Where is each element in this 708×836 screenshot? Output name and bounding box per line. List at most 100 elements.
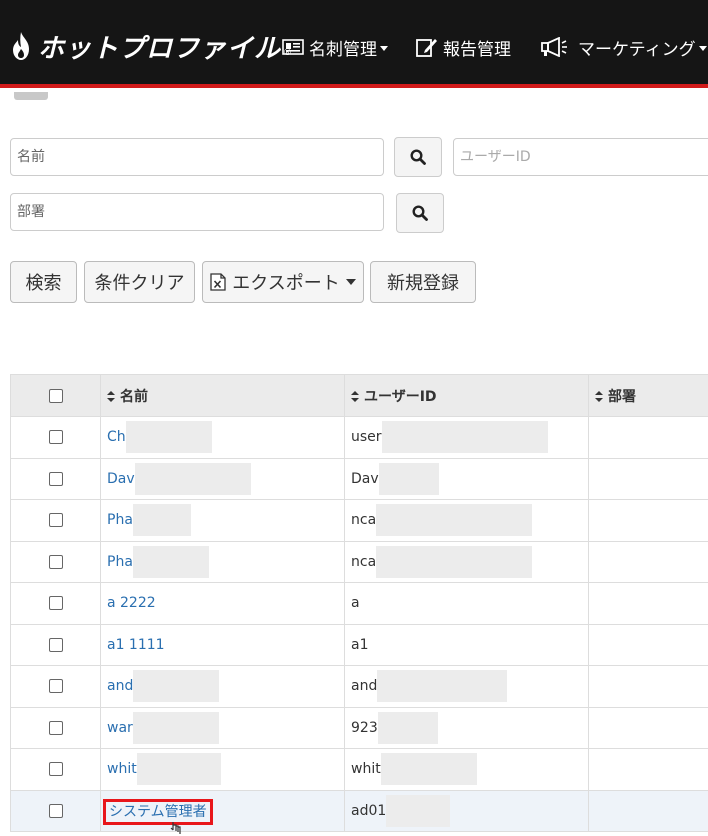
table-header-row: 名前 ユーザーID 部署 <box>10 374 708 417</box>
excel-file-icon <box>210 273 226 291</box>
redacted-block <box>377 711 438 744</box>
table-row: and and <box>10 665 708 708</box>
user-name-link[interactable]: and <box>107 678 133 694</box>
search-button[interactable]: 検索 <box>10 261 77 303</box>
user-id: a <box>351 595 360 612</box>
column-header-name-label: 名前 <box>120 388 148 405</box>
user-name-link[interactable]: Pha <box>107 554 133 570</box>
table-row: whit whit <box>10 748 708 791</box>
row-checkbox[interactable] <box>48 803 63 818</box>
clear-conditions-button[interactable]: 条件クリア <box>84 261 195 303</box>
clear-conditions-label: 条件クリア <box>94 273 185 294</box>
user-name-link[interactable]: whit <box>107 761 137 777</box>
redacted-block <box>132 504 191 537</box>
user-name-link[interactable]: Dav <box>107 471 135 487</box>
export-button-label: エクスポート <box>232 273 340 294</box>
redacted-block <box>386 794 451 827</box>
column-header-dept[interactable]: 部署 <box>588 374 708 417</box>
row-checkbox[interactable] <box>48 471 63 486</box>
table-row: war 923 <box>10 706 708 749</box>
new-register-label: 新規登録 <box>387 273 459 294</box>
user-name-link-highlighted[interactable]: システム管理者 <box>103 798 213 825</box>
row-checkbox[interactable] <box>48 762 63 777</box>
export-button[interactable]: エクスポート <box>202 261 364 303</box>
table-row: Pha nca <box>10 540 708 583</box>
user-name-link[interactable]: Ch <box>107 429 126 445</box>
user-name-link[interactable]: a 2222 <box>107 595 156 611</box>
new-register-button[interactable]: 新規登録 <box>370 261 476 303</box>
redacted-block <box>381 421 548 454</box>
table-row: a 2222 a <box>10 582 708 625</box>
userid-search-input[interactable] <box>453 138 708 176</box>
brand-logo[interactable]: ホットプロファイル ® <box>10 28 292 64</box>
row-checkbox[interactable] <box>48 720 63 735</box>
row-checkbox[interactable] <box>48 430 63 445</box>
nav-card-management[interactable]: 名刺管理 <box>282 34 388 60</box>
dept-cell <box>588 457 708 500</box>
collapsed-panel-tab[interactable] <box>14 92 48 100</box>
chevron-down-icon <box>345 279 356 285</box>
dept-cell <box>588 582 708 625</box>
row-checkbox[interactable] <box>48 554 63 569</box>
dept-cell <box>588 706 708 749</box>
dept-search-input[interactable] <box>10 193 384 231</box>
dept-cell <box>588 665 708 708</box>
select-all-cell <box>10 374 101 417</box>
redacted-block <box>133 670 220 703</box>
dept-cell <box>588 540 708 583</box>
row-checkbox[interactable] <box>48 679 63 694</box>
row-checkbox[interactable] <box>48 513 63 528</box>
dept-cell <box>588 789 708 832</box>
nav-report-management[interactable]: 報告管理 <box>416 34 511 60</box>
table-row: Ch user <box>10 416 708 459</box>
name-search-button[interactable] <box>394 137 442 177</box>
top-navbar: ホットプロファイル ® 名刺管理 報告管理 マーケティング <box>0 0 708 88</box>
dept-cell <box>588 499 708 542</box>
row-checkbox[interactable] <box>48 637 63 652</box>
redacted-block <box>376 545 533 578</box>
redacted-block <box>134 462 251 495</box>
chevron-down-icon <box>380 46 388 51</box>
hand-cursor-icon <box>170 822 181 834</box>
user-id: a1 <box>351 636 369 653</box>
nav-report-management-label: 報告管理 <box>443 39 511 60</box>
users-table: 名前 ユーザーID 部署 Ch user Dav Dav Pha nca Pha… <box>10 374 708 832</box>
select-all-checkbox[interactable] <box>48 388 63 403</box>
table-row: a1 1111 a1 <box>10 623 708 666</box>
chevron-down-icon <box>698 46 707 51</box>
sort-icon <box>595 391 603 402</box>
name-search-input[interactable] <box>10 138 384 176</box>
column-header-userid[interactable]: ユーザーID <box>344 374 589 417</box>
redacted-block <box>377 670 508 703</box>
redacted-block <box>378 462 439 495</box>
redacted-block <box>376 504 533 537</box>
user-id: nca <box>351 553 377 570</box>
user-name-link[interactable]: a1 1111 <box>107 637 165 653</box>
edit-report-icon <box>416 39 437 57</box>
brand-name: ホットプロファイル <box>38 33 282 64</box>
redacted-block <box>132 711 219 744</box>
user-name-link[interactable]: war <box>107 720 133 736</box>
sort-icon <box>351 391 359 402</box>
dept-search-button[interactable] <box>396 193 444 233</box>
search-button-label: 検索 <box>25 273 62 294</box>
dept-cell <box>588 748 708 791</box>
redacted-block <box>132 545 209 578</box>
row-checkbox[interactable] <box>48 596 63 611</box>
flame-icon <box>13 32 29 60</box>
nav-marketing-label: マーケティング <box>578 39 696 60</box>
user-id: user <box>351 429 382 446</box>
nav-marketing[interactable]: マーケティング <box>541 34 707 60</box>
user-id: ad01 <box>351 802 387 819</box>
redacted-block <box>125 421 212 454</box>
dept-cell <box>588 416 708 459</box>
megaphone-icon <box>541 37 567 57</box>
user-id: Dav <box>351 470 379 487</box>
redacted-block <box>136 753 221 786</box>
table-row: システム管理者 ad01 <box>10 789 708 832</box>
column-header-name[interactable]: 名前 <box>100 374 345 417</box>
user-id: whit <box>351 761 381 778</box>
user-name-link[interactable]: Pha <box>107 512 133 528</box>
user-id: and <box>351 678 378 695</box>
table-row: Dav Dav <box>10 457 708 500</box>
